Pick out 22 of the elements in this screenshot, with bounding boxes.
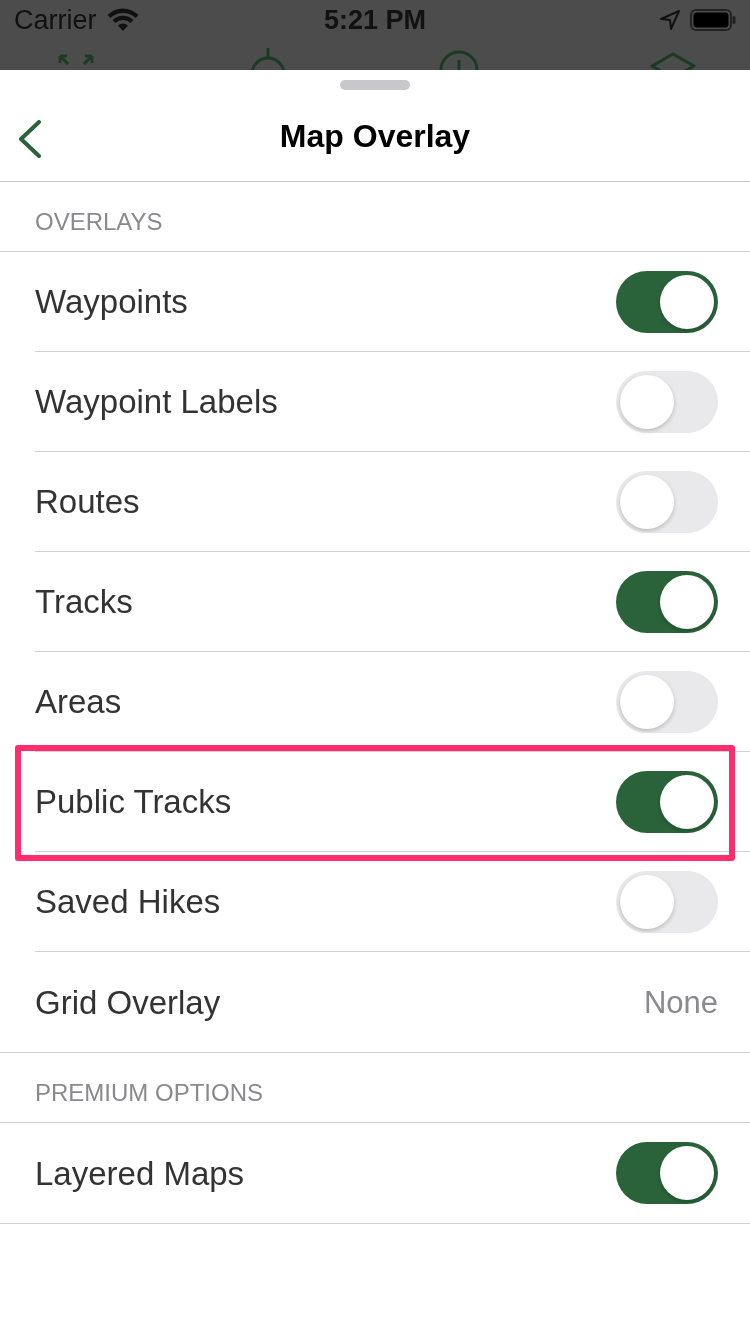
row-label: Routes: [35, 485, 140, 518]
location-arrow-icon: [660, 10, 680, 30]
wifi-icon: [106, 8, 139, 32]
row-label: Saved Hikes: [35, 885, 221, 918]
layers-icon: [650, 52, 696, 70]
carrier-label: Carrier: [14, 6, 97, 34]
battery-icon: [690, 9, 736, 31]
row-label: Waypoint Labels: [35, 385, 278, 418]
row-label: Tracks: [35, 585, 133, 618]
crosshair-icon: [249, 48, 287, 70]
row-label: Layered Maps: [35, 1156, 245, 1190]
back-chevron-icon[interactable]: [18, 120, 42, 158]
row-value: None: [643, 986, 718, 1018]
grabber-handle[interactable]: [340, 80, 410, 90]
sheet-title: Map Overlay: [279, 119, 471, 152]
row-label: Public Tracks: [35, 785, 232, 818]
row-label: Waypoints: [35, 285, 188, 318]
row-label: Grid Overlay: [35, 985, 221, 1019]
section-header: OVERLAYS: [35, 210, 163, 234]
section-header: PREMIUM OPTIONS: [35, 1081, 263, 1105]
status-time: 5:21 PM: [323, 6, 426, 34]
row-label: Areas: [35, 685, 122, 718]
